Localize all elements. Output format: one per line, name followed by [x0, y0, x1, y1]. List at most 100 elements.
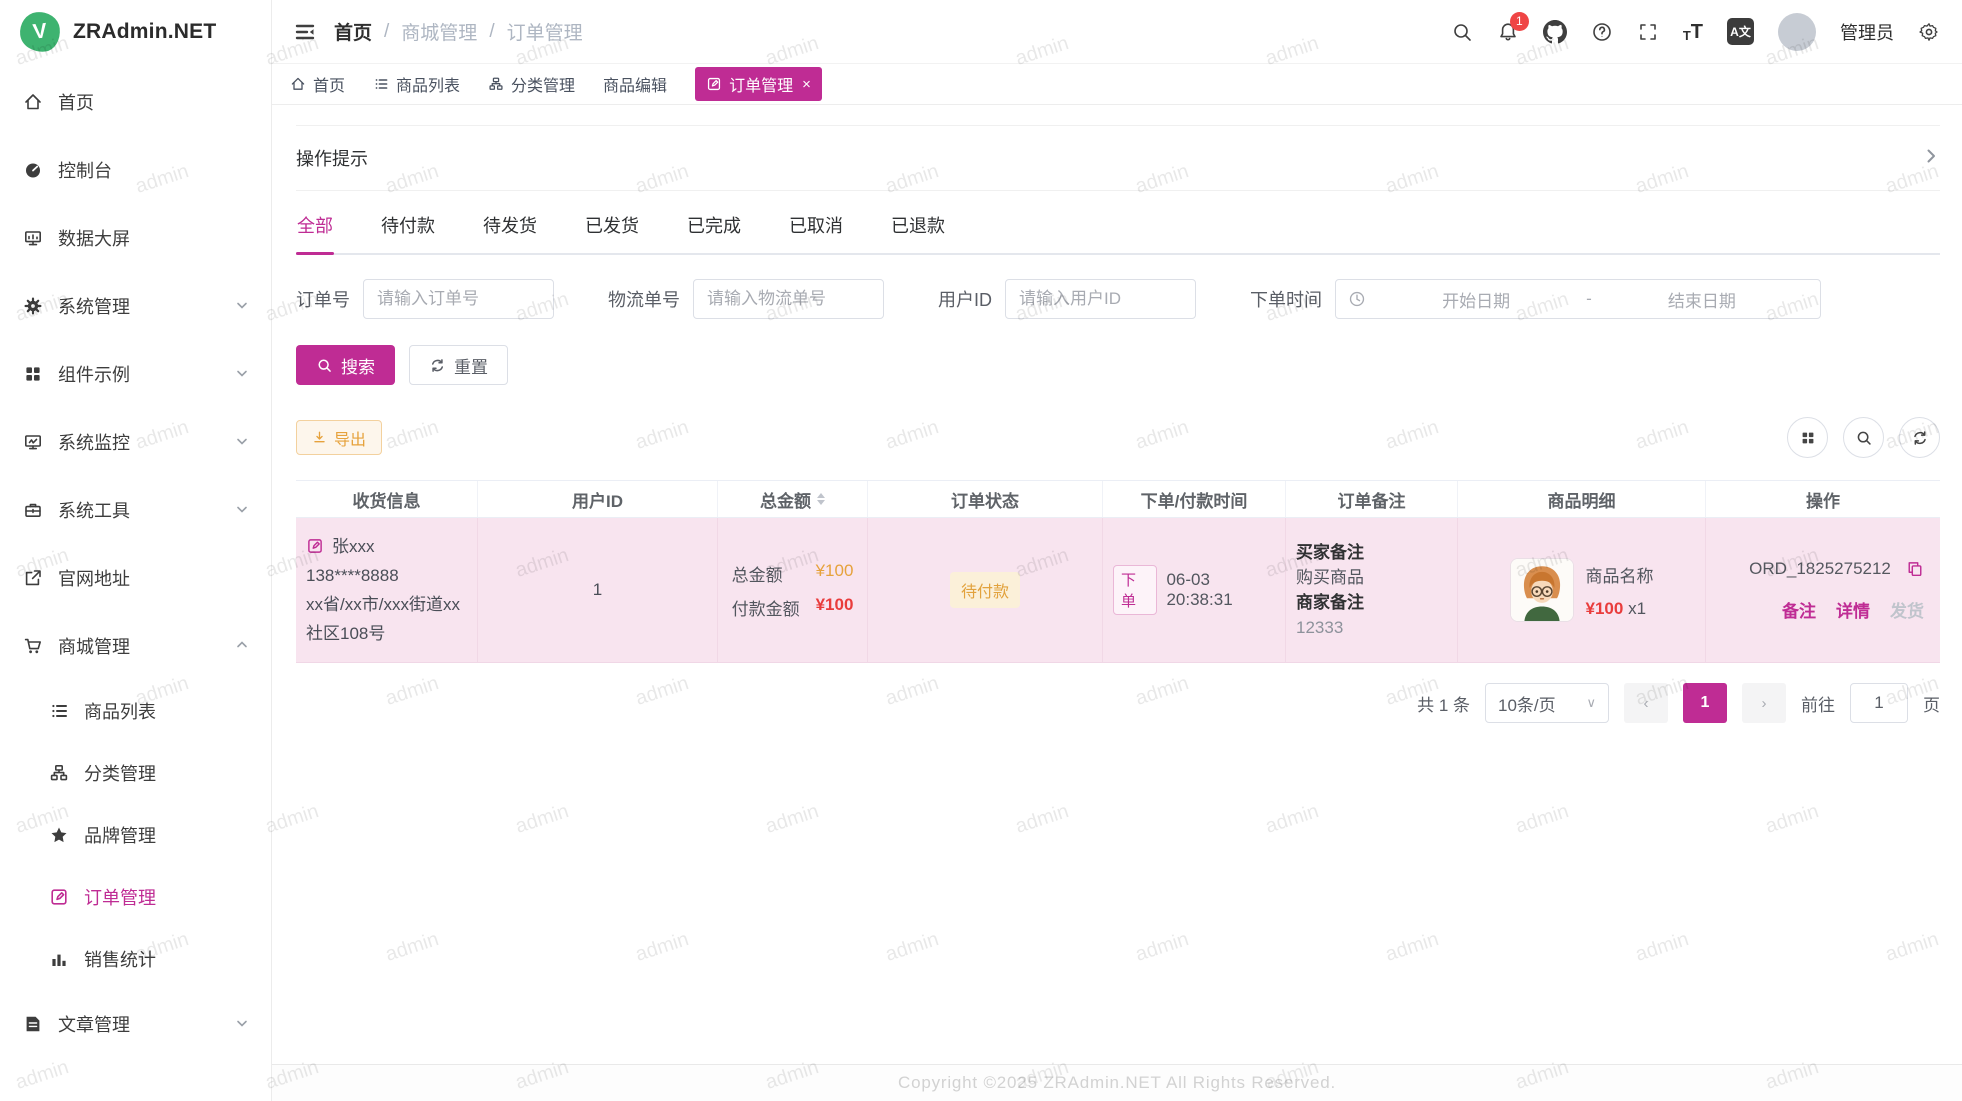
fullscreen-icon[interactable] — [1637, 21, 1659, 43]
sidebar-item-components[interactable]: 组件示例 — [0, 340, 271, 408]
tag-order-admin-active[interactable]: 订单管理 × — [695, 67, 822, 101]
user-avatar[interactable] — [1778, 13, 1816, 51]
settings-gear-icon[interactable] — [1918, 21, 1940, 43]
font-size-icon[interactable]: TT — [1683, 22, 1703, 42]
buyer-note-label: 买家备注 — [1296, 540, 1447, 565]
column-header[interactable]: 收货信息 — [296, 481, 478, 517]
tag-category-admin[interactable]: 分类管理 — [488, 72, 575, 96]
table-refresh-icon[interactable] — [1899, 417, 1940, 458]
tag-product-edit[interactable]: 商品编辑 — [603, 72, 667, 96]
sidebar-item-label: 控制台 — [58, 157, 112, 183]
chevron-down-icon — [235, 364, 249, 385]
user-id-input[interactable] — [1005, 279, 1196, 319]
operation-tips-title: 操作提示 — [296, 145, 368, 171]
date-range-picker[interactable]: 开始日期 - 结束日期 — [1335, 279, 1821, 319]
export-button[interactable]: 导出 — [296, 420, 382, 455]
reset-button[interactable]: 重置 — [409, 345, 508, 385]
sidebar-item-monitoring[interactable]: 系统监控 — [0, 408, 271, 476]
chevron-down-icon — [235, 296, 249, 317]
search-icon — [316, 357, 333, 374]
table-row[interactable]: 张xxx 138****8888 xx省/xx市/xxx街道xx社区108号 1… — [296, 518, 1940, 663]
status-badge: 待付款 — [950, 572, 1020, 608]
table-search-icon[interactable] — [1843, 417, 1884, 458]
notification-bell-icon[interactable]: 1 — [1497, 21, 1519, 43]
ship-action-link[interactable]: 发货 — [1890, 597, 1924, 622]
sidebar-item-label: 首页 — [58, 89, 94, 115]
copy-icon[interactable] — [1906, 560, 1924, 578]
sidebar-item-brand-admin[interactable]: 品牌管理 — [0, 804, 271, 866]
topbar-actions: 1 TT A文 管理员 — [1451, 13, 1940, 51]
order-no-input[interactable] — [363, 279, 554, 319]
time-cell: 下单 06-03 20:38:31 — [1103, 518, 1286, 662]
tab-pending-shipment[interactable]: 待发货 — [482, 199, 538, 253]
sidebar-item-product-list[interactable]: 商品列表 — [0, 680, 271, 742]
status-cell: 待付款 — [868, 518, 1103, 662]
close-icon[interactable]: × — [802, 76, 811, 93]
search-icon[interactable] — [1451, 21, 1473, 43]
current-page-button[interactable]: 1 — [1683, 683, 1727, 723]
column-header-sortable[interactable]: 总金额 — [718, 481, 868, 517]
product-thumbnail[interactable] — [1510, 558, 1574, 622]
page-content: 操作提示 全部 待付款 待发货 已发货 已完成 已取消 已退款 订单号 物流单号 — [272, 105, 1962, 1064]
tab-all[interactable]: 全部 — [296, 199, 334, 253]
tab-refunded[interactable]: 已退款 — [890, 199, 946, 253]
sidebar-item-system-admin[interactable]: 系统管理 — [0, 272, 271, 340]
sidebar-item-label: 订单管理 — [84, 884, 156, 910]
tag-label: 订单管理 — [729, 72, 793, 96]
tab-cancelled[interactable]: 已取消 — [788, 199, 844, 253]
column-header[interactable]: 操作 — [1706, 481, 1940, 517]
column-header[interactable]: 商品明细 — [1458, 481, 1706, 517]
tab-pending-payment[interactable]: 待付款 — [380, 199, 436, 253]
column-header[interactable]: 用户ID — [478, 481, 718, 517]
notification-badge: 1 — [1510, 12, 1529, 31]
paid-label: 付款金额 — [732, 595, 800, 620]
sidebar-item-article-admin[interactable]: 文章管理 — [0, 990, 271, 1058]
tracking-no-input[interactable] — [693, 279, 884, 319]
external-link-icon — [22, 567, 44, 589]
sort-carets-icon[interactable] — [817, 493, 825, 505]
detail-action-link[interactable]: 详情 — [1836, 597, 1870, 622]
column-header[interactable]: 订单状态 — [868, 481, 1103, 517]
sidebar-item-tools[interactable]: 系统工具 — [0, 476, 271, 544]
sidebar-item-mall[interactable]: 商城管理 — [0, 612, 271, 680]
logo[interactable]: V ZRAdmin.NET — [0, 0, 271, 64]
date-separator: - — [1586, 289, 1592, 309]
column-header[interactable]: 下单/付款时间 — [1103, 481, 1286, 517]
tag-product-list[interactable]: 商品列表 — [373, 72, 460, 96]
column-settings-icon[interactable] — [1787, 417, 1828, 458]
search-button[interactable]: 搜索 — [296, 345, 395, 385]
sidebar-item-official-site[interactable]: 官网地址 — [0, 544, 271, 612]
category-icon — [488, 76, 504, 92]
seller-note-label: 商家备注 — [1296, 590, 1447, 615]
column-header[interactable]: 订单备注 — [1286, 481, 1458, 517]
collapse-menu-icon[interactable] — [294, 21, 316, 43]
help-icon[interactable] — [1591, 21, 1613, 43]
sidebar-item-category-admin[interactable]: 分类管理 — [0, 742, 271, 804]
breadcrumb-item[interactable]: 商城管理 — [401, 18, 477, 45]
translate-icon[interactable]: A文 — [1727, 18, 1754, 45]
sidebar-item-data-screen[interactable]: 数据大屏 — [0, 204, 271, 272]
operation-tips-panel[interactable]: 操作提示 — [296, 125, 1940, 191]
sidebar-item-dashboard[interactable]: 控制台 — [0, 136, 271, 204]
product-name: 商品名称 — [1586, 562, 1654, 587]
end-date-placeholder: 结束日期 — [1596, 287, 1808, 312]
sidebar-item-order-admin[interactable]: 订单管理 — [0, 866, 271, 928]
sidebar-item-sales-stats[interactable]: 销售统计 — [0, 928, 271, 990]
goto-page-input[interactable] — [1850, 683, 1908, 723]
note-action-link[interactable]: 备注 — [1782, 597, 1816, 622]
tag-home[interactable]: 首页 — [290, 72, 345, 96]
breadcrumb-item[interactable]: 首页 — [334, 18, 372, 45]
tab-shipped[interactable]: 已发货 — [584, 199, 640, 253]
sidebar-item-home[interactable]: 首页 — [0, 68, 271, 136]
main-area: 首页 / 商城管理 / 订单管理 1 — [272, 0, 1962, 1101]
receiver-cell: 张xxx 138****8888 xx省/xx市/xxx街道xx社区108号 — [296, 518, 478, 662]
next-page-button[interactable]: › — [1742, 683, 1786, 723]
page-size-select[interactable]: 10条/页 ∨ — [1485, 683, 1609, 723]
pagination: 共 1 条 10条/页 ∨ ‹ 1 › 前往 页 — [296, 683, 1940, 723]
github-icon[interactable] — [1543, 20, 1567, 44]
tab-completed[interactable]: 已完成 — [686, 199, 742, 253]
prev-page-button[interactable]: ‹ — [1624, 683, 1668, 723]
edit-address-icon[interactable] — [306, 537, 324, 555]
list-icon — [373, 76, 389, 92]
breadcrumb-item[interactable]: 订单管理 — [507, 18, 583, 45]
